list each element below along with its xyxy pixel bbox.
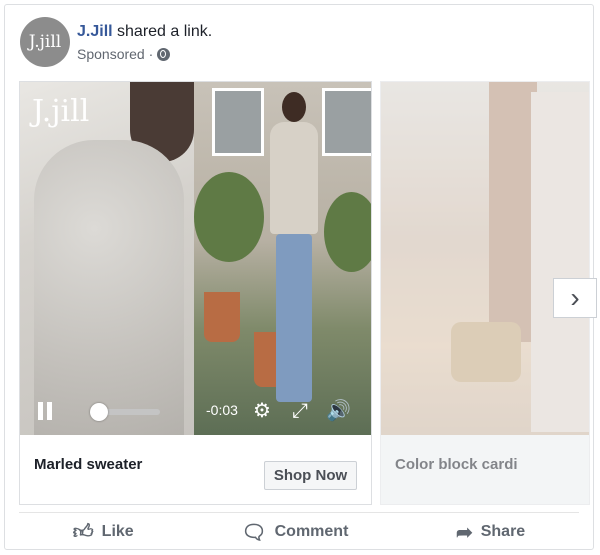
video-player[interactable]: J.jill -0:03 ⚙ ⤢ 🔊 bbox=[20, 82, 371, 435]
fullscreen-icon[interactable]: ⤢ bbox=[288, 400, 312, 424]
color-block-cardi-photo bbox=[381, 82, 589, 435]
pause-icon[interactable] bbox=[38, 402, 52, 420]
video-watermark-logo: J.jill bbox=[32, 94, 90, 129]
share-icon: ➦ bbox=[455, 521, 473, 544]
sweater-closeup-photo: J.jill bbox=[20, 82, 194, 435]
video-controls: -0:03 ⚙ ⤢ 🔊 bbox=[20, 392, 371, 435]
video-progress-bar[interactable] bbox=[90, 403, 160, 421]
share-button[interactable]: ➦ Share bbox=[456, 520, 525, 545]
page-avatar[interactable]: J.jill bbox=[20, 17, 70, 67]
carousel-next-button[interactable]: › bbox=[553, 278, 597, 318]
gear-icon[interactable]: ⚙ bbox=[250, 400, 274, 424]
thumbs-up-icon: 👍︎ bbox=[72, 521, 94, 543]
model-photo bbox=[194, 82, 371, 435]
model-figure bbox=[264, 92, 324, 412]
card-title[interactable]: Color block cardi bbox=[395, 456, 518, 473]
card-image[interactable] bbox=[381, 82, 589, 435]
share-label: Share bbox=[480, 523, 526, 540]
facebook-post: J.jill J.Jill shared a link. Sponsored ·… bbox=[4, 4, 597, 550]
post-actions-bar: 👍︎ Like 🗨︎ Comment ➦ Share bbox=[19, 517, 579, 547]
video-time-remaining: -0:03 bbox=[206, 402, 238, 418]
shop-now-button[interactable]: Shop Now bbox=[264, 461, 357, 490]
comment-button[interactable]: 🗨︎ Comment bbox=[241, 520, 348, 545]
carousel-card-1[interactable]: J.jill -0:03 ⚙ ⤢ 🔊 Marled sweater Shop N… bbox=[19, 81, 372, 505]
like-button[interactable]: 👍︎ Like bbox=[73, 520, 134, 544]
card-footer: Color block cardi bbox=[381, 435, 589, 504]
globe-icon bbox=[157, 47, 171, 61]
post-header: J.Jill shared a link. bbox=[77, 23, 212, 41]
comment-label: Comment bbox=[274, 523, 349, 540]
avatar-text: J.jill bbox=[28, 32, 62, 52]
post-action-text: shared a link. bbox=[117, 23, 213, 40]
divider bbox=[19, 512, 579, 513]
chevron-right-icon: › bbox=[570, 282, 580, 313]
like-label: Like bbox=[101, 523, 134, 540]
volume-icon[interactable]: 🔊 bbox=[326, 400, 351, 424]
sponsored-label[interactable]: Sponsored · bbox=[77, 46, 153, 62]
card-footer: Marled sweater Shop Now bbox=[20, 435, 371, 504]
card-title[interactable]: Marled sweater bbox=[34, 456, 142, 473]
comment-icon: 🗨︎ bbox=[241, 521, 267, 544]
sponsored-line: Sponsored · bbox=[77, 46, 171, 62]
page-name-link[interactable]: J.Jill bbox=[77, 23, 113, 40]
progress-knob[interactable] bbox=[90, 403, 108, 421]
